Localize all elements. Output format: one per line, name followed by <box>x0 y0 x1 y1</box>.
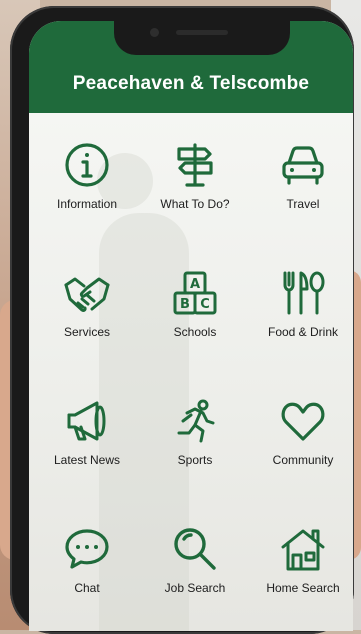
car-icon <box>279 141 327 189</box>
menu-item-what-to-do[interactable]: What To Do? <box>141 141 249 251</box>
menu-item-label: Information <box>56 197 118 211</box>
menu-item-home-search[interactable]: Home Search <box>249 525 353 631</box>
menu-item-job-search[interactable]: Job Search <box>141 525 249 631</box>
heart-icon <box>279 397 327 445</box>
menu-item-chat[interactable]: Chat <box>33 525 141 631</box>
menu-item-services[interactable]: Services <box>33 269 141 379</box>
running-person-icon <box>171 397 219 445</box>
chat-bubble-icon <box>63 525 111 573</box>
handshake-icon <box>63 269 111 317</box>
menu-item-label: Food & Drink <box>267 325 339 339</box>
svg-text:B: B <box>180 297 190 312</box>
app-title: Peacehaven & Telscombe <box>72 73 310 94</box>
fork-knife-icon <box>279 269 327 317</box>
menu-item-label: What To Do? <box>160 197 230 211</box>
menu-item-label: Chat <box>74 581 100 595</box>
info-icon <box>63 141 111 189</box>
menu-item-travel[interactable]: Travel <box>249 141 353 251</box>
menu-item-label: Travel <box>286 197 320 211</box>
menu-item-label: Home Search <box>266 581 340 595</box>
house-icon <box>279 525 327 573</box>
abc-blocks-icon: A B C <box>171 269 219 317</box>
signpost-icon <box>171 141 219 189</box>
camera-icon <box>150 28 159 37</box>
menu-item-label: Latest News <box>53 453 121 467</box>
svg-text:C: C <box>200 297 210 312</box>
phone-notch <box>114 21 290 55</box>
app-screen: Peacehaven & Telscombe Information What … <box>29 21 353 631</box>
menu-grid: Information What To Do? Travel Services … <box>29 113 353 631</box>
menu-item-community[interactable]: Community <box>249 397 353 507</box>
menu-item-sports[interactable]: Sports <box>141 397 249 507</box>
menu-item-label: Services <box>63 325 110 339</box>
menu-item-schools[interactable]: A B C Schools <box>141 269 249 379</box>
menu-item-information[interactable]: Information <box>33 141 141 251</box>
svg-text:A: A <box>190 277 200 292</box>
menu-item-label: Job Search <box>164 581 226 595</box>
menu-item-label: Schools <box>173 325 217 339</box>
menu-item-food-drink[interactable]: Food & Drink <box>249 269 353 379</box>
speaker-grille <box>176 30 228 35</box>
phone-frame: Peacehaven & Telscombe Information What … <box>10 6 354 634</box>
megaphone-icon <box>63 397 111 445</box>
menu-item-label: Sports <box>177 453 213 467</box>
menu-item-label: Community <box>272 453 334 467</box>
magnifier-icon <box>171 525 219 573</box>
menu-item-latest-news[interactable]: Latest News <box>33 397 141 507</box>
